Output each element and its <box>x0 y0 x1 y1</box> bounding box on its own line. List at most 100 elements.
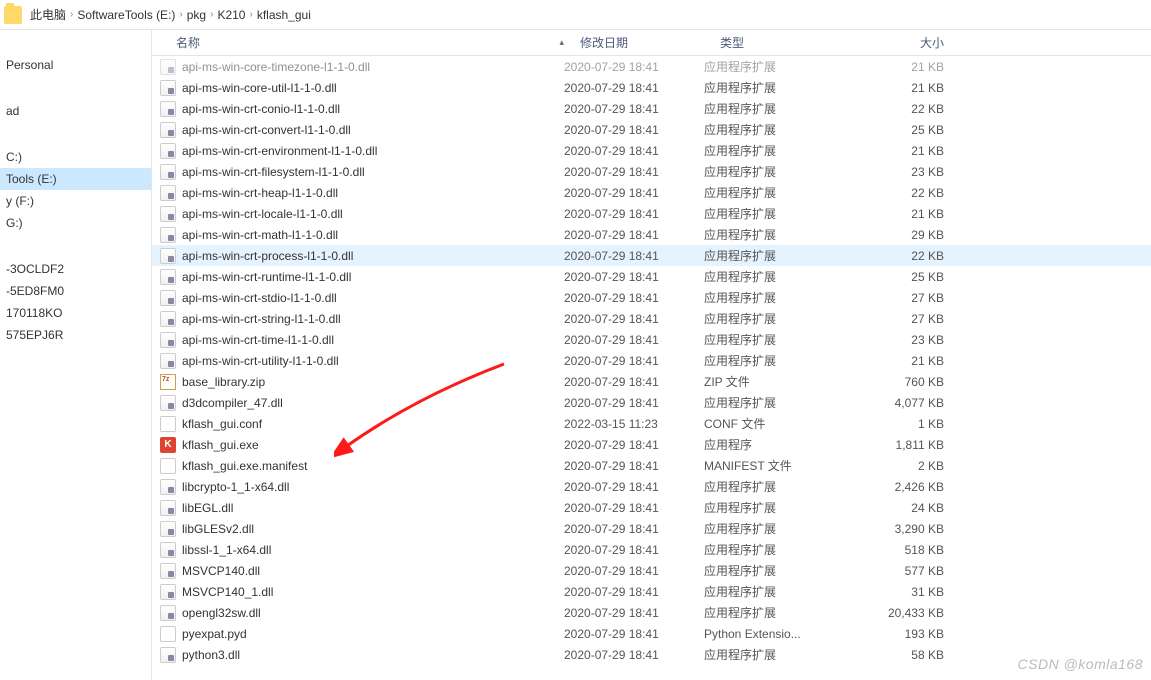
file-row[interactable]: python3.dll2020-07-29 18:41应用程序扩展58 KB <box>152 644 1151 665</box>
file-name: libcrypto-1_1-x64.dll <box>182 480 289 494</box>
file-row[interactable]: api-ms-win-crt-heap-l1-1-0.dll2020-07-29… <box>152 182 1151 203</box>
file-date: 2020-07-29 18:41 <box>564 375 704 389</box>
file-type: 应用程序扩展 <box>704 331 844 348</box>
breadcrumb[interactable]: 此电脑›SoftwareTools (E:)›pkg›K210›kflash_g… <box>28 0 313 29</box>
file-row[interactable]: libEGL.dll2020-07-29 18:41应用程序扩展24 KB <box>152 497 1151 518</box>
file-size: 21 KB <box>844 207 944 221</box>
file-row[interactable]: d3dcompiler_47.dll2020-07-29 18:41应用程序扩展… <box>152 392 1151 413</box>
nav-sidebar: Personal ad C:)Tools (E:)y (F:)G:) -3OCLDF2… <box>0 30 152 680</box>
file-row[interactable]: api-ms-win-core-util-l1-1-0.dll2020-07-2… <box>152 77 1151 98</box>
dll-icon <box>160 248 176 264</box>
dll-icon <box>160 500 176 516</box>
sort-indicator-icon: ▴ <box>559 37 564 48</box>
breadcrumb-segment[interactable]: kflash_gui <box>255 8 313 22</box>
file-size: 518 KB <box>844 543 944 557</box>
file-date: 2020-07-29 18:41 <box>564 459 704 473</box>
col-date[interactable]: 修改日期 <box>572 34 712 51</box>
file-size: 22 KB <box>844 186 944 200</box>
breadcrumb-segment[interactable]: pkg <box>185 8 208 22</box>
sidebar-item[interactable]: ad <box>0 100 151 122</box>
file-date: 2020-07-29 18:41 <box>564 501 704 515</box>
col-type[interactable]: 类型 <box>712 34 852 51</box>
dll-icon <box>160 584 176 600</box>
file-type: Python Extensio... <box>704 627 844 641</box>
file-row[interactable]: api-ms-win-crt-convert-l1-1-0.dll2020-07… <box>152 119 1151 140</box>
file-date: 2020-07-29 18:41 <box>564 144 704 158</box>
dll-icon <box>160 101 176 117</box>
file-row[interactable]: MSVCP140_1.dll 2020-07-29 18:41应用程序扩展31 K… <box>152 581 1151 602</box>
file-row[interactable]: api-ms-win-crt-runtime-l1-1-0.dll2020-07… <box>152 266 1151 287</box>
file-row[interactable]: libGLESv2.dll2020-07-29 18:41应用程序扩展3,290… <box>152 518 1151 539</box>
file-type: 应用程序扩展 <box>704 352 844 369</box>
file-row[interactable]: api-ms-win-crt-filesystem-l1-1-0.dll2020… <box>152 161 1151 182</box>
sidebar-item[interactable]: 170118KO <box>0 302 151 324</box>
file-row[interactable]: api-ms-win-crt-time-l1-1-0.dll2020-07-29… <box>152 329 1151 350</box>
file-type: 应用程序扩展 <box>704 247 844 264</box>
file-size: 58 KB <box>844 648 944 662</box>
file-row[interactable]: api-ms-win-crt-math-l1-1-0.dll2020-07-29… <box>152 224 1151 245</box>
file-name: api-ms-win-crt-process-l1-1-0.dll <box>182 249 353 263</box>
sidebar-item[interactable]: C:) <box>0 146 151 168</box>
file-size: 23 KB <box>844 165 944 179</box>
file-type: 应用程序扩展 <box>704 478 844 495</box>
file-row[interactable]: api-ms-win-crt-environment-l1-1-0.dll202… <box>152 140 1151 161</box>
dll-icon <box>160 59 176 75</box>
file-size: 21 KB <box>844 81 944 95</box>
file-row[interactable]: api-ms-win-crt-utility-l1-1-0.dll2020-07… <box>152 350 1151 371</box>
file-row[interactable]: kflash_gui.exe.manifest2020-07-29 18:41M… <box>152 455 1151 476</box>
file-name: api-ms-win-crt-heap-l1-1-0.dll <box>182 186 338 200</box>
dll-icon <box>160 353 176 369</box>
dll-icon <box>160 185 176 201</box>
file-row[interactable]: base_library.zip2020-07-29 18:41ZIP 文件76… <box>152 371 1151 392</box>
dll-icon <box>160 542 176 558</box>
sidebar-item[interactable]: -5ED8FM0 <box>0 280 151 302</box>
dll-icon <box>160 479 176 495</box>
file-name: api-ms-win-crt-utility-l1-1-0.dll <box>182 354 339 368</box>
file-row[interactable]: api-ms-win-crt-conio-l1-1-0.dll2020-07-2… <box>152 98 1151 119</box>
sidebar-item[interactable]: -3OCLDF2 <box>0 258 151 280</box>
file-name: api-ms-win-crt-stdio-l1-1-0.dll <box>182 291 337 305</box>
sidebar-item[interactable]: G:) <box>0 212 151 234</box>
dll-icon <box>160 332 176 348</box>
sidebar-item[interactable]: Tools (E:) <box>0 168 151 190</box>
file-row[interactable]: pyexpat.pyd2020-07-29 18:41Python Extens… <box>152 623 1151 644</box>
file-row[interactable]: api-ms-win-crt-stdio-l1-1-0.dll2020-07-2… <box>152 287 1151 308</box>
file-type: 应用程序扩展 <box>704 520 844 537</box>
file-size: 2 KB <box>844 459 944 473</box>
file-row[interactable]: api-ms-win-crt-process-l1-1-0.dll2020-07… <box>152 245 1151 266</box>
file-date: 2020-07-29 18:41 <box>564 543 704 557</box>
dll-icon <box>160 521 176 537</box>
file-row[interactable]: libssl-1_1-x64.dll2020-07-29 18:41应用程序扩展… <box>152 539 1151 560</box>
col-size[interactable]: 大小 <box>852 34 952 51</box>
file-date: 2020-07-29 18:41 <box>564 270 704 284</box>
file-row[interactable]: api-ms-win-crt-locale-l1-1-0.dll2020-07-… <box>152 203 1151 224</box>
sidebar-item[interactable]: y (F:) <box>0 190 151 212</box>
file-row[interactable]: Kkflash_gui.exe2020-07-29 18:41应用程序1,811… <box>152 434 1151 455</box>
sidebar-item[interactable]: Personal <box>0 54 151 76</box>
file-size: 577 KB <box>844 564 944 578</box>
sidebar-item[interactable]: 575EPJ6R <box>0 324 151 346</box>
breadcrumb-segment[interactable]: SoftwareTools (E:) <box>75 8 177 22</box>
file-name: MSVCP140_1.dll <box>182 585 273 599</box>
file-date: 2020-07-29 18:41 <box>564 585 704 599</box>
breadcrumb-segment[interactable]: 此电脑 <box>28 6 68 23</box>
file-size: 27 KB <box>844 291 944 305</box>
file-type: 应用程序扩展 <box>704 583 844 600</box>
file-row[interactable]: kflash_gui.conf2022-03-15 11:23CONF 文件1 … <box>152 413 1151 434</box>
col-name[interactable]: 名称 ▴ <box>152 34 572 51</box>
file-type: 应用程序扩展 <box>704 499 844 516</box>
file-row[interactable]: libcrypto-1_1-x64.dll2020-07-29 18:41应用程… <box>152 476 1151 497</box>
file-date: 2020-07-29 18:41 <box>564 81 704 95</box>
file-row[interactable]: api-ms-win-core-timezone-l1-1-0.dll2020-… <box>152 56 1151 77</box>
file-row[interactable]: opengl32sw.dll2020-07-29 18:41应用程序扩展20,4… <box>152 602 1151 623</box>
breadcrumb-segment[interactable]: K210 <box>215 8 247 22</box>
file-row[interactable]: MSVCP140.dll2020-07-29 18:41应用程序扩展577 KB <box>152 560 1151 581</box>
file-name: api-ms-win-crt-conio-l1-1-0.dll <box>182 102 340 116</box>
dll-icon <box>160 605 176 621</box>
address-bar[interactable]: 此电脑›SoftwareTools (E:)›pkg›K210›kflash_g… <box>0 0 1151 30</box>
file-list[interactable]: api-ms-win-core-timezone-l1-1-0.dll2020-… <box>152 56 1151 680</box>
file-size: 21 KB <box>844 60 944 74</box>
body: Personal ad C:)Tools (E:)y (F:)G:) -3OCLDF2… <box>0 30 1151 680</box>
file-size: 31 KB <box>844 585 944 599</box>
file-row[interactable]: api-ms-win-crt-string-l1-1-0.dll2020-07-… <box>152 308 1151 329</box>
